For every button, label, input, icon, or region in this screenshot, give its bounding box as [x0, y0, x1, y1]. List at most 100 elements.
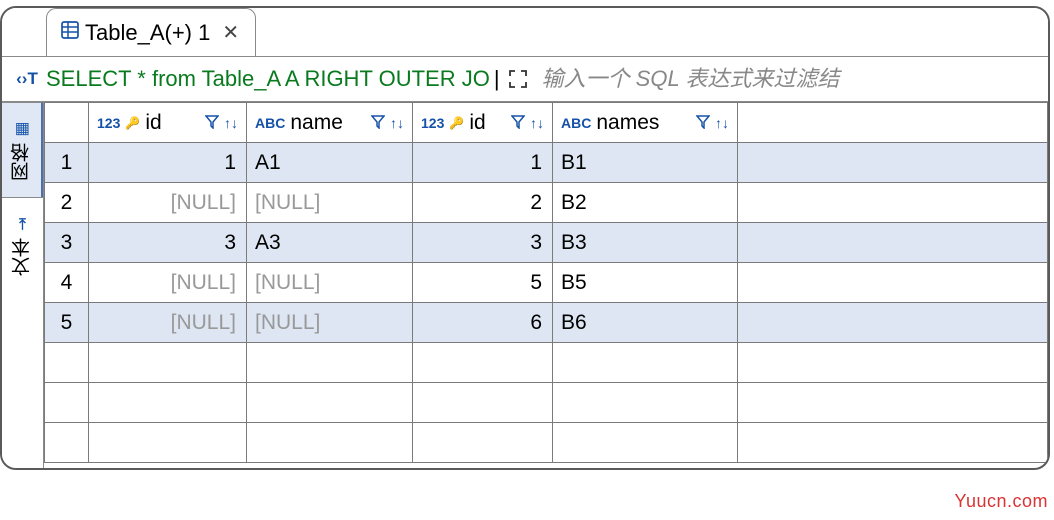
- cell-empty: [738, 143, 1048, 183]
- cell-empty: [247, 343, 413, 383]
- table-row[interactable]: 2[NULL][NULL]2B2: [45, 183, 1048, 223]
- sort-icon[interactable]: ↑↓: [715, 115, 729, 131]
- cell-empty: [738, 423, 1048, 463]
- tab-bar: Table_A(+) 1 ✕: [2, 8, 1048, 56]
- tab-label: Table_A(+) 1: [85, 20, 210, 46]
- expand-icon[interactable]: [504, 65, 532, 93]
- number-type-icon: 123: [421, 115, 444, 131]
- cell[interactable]: [NULL]: [247, 183, 413, 223]
- table-row-empty: [45, 423, 1048, 463]
- tab-table-a[interactable]: Table_A(+) 1 ✕: [46, 8, 256, 56]
- cell[interactable]: B6: [553, 303, 738, 343]
- cell[interactable]: [NULL]: [89, 303, 247, 343]
- cell[interactable]: 1: [89, 143, 247, 183]
- cell[interactable]: B2: [553, 183, 738, 223]
- cell[interactable]: [NULL]: [247, 263, 413, 303]
- table-row[interactable]: 5[NULL][NULL]6B6: [45, 303, 1048, 343]
- cell[interactable]: [NULL]: [89, 183, 247, 223]
- cell[interactable]: 6: [413, 303, 553, 343]
- cell[interactable]: [NULL]: [247, 303, 413, 343]
- cell-empty: [413, 423, 553, 463]
- text-type-icon: ABC: [255, 115, 285, 131]
- key-icon: 🔑: [125, 116, 140, 130]
- cell-empty: [45, 383, 89, 423]
- column-header-names[interactable]: ABC names ↑↓: [553, 103, 738, 143]
- cell[interactable]: A3: [247, 223, 413, 263]
- column-name: name: [290, 111, 366, 135]
- sort-icon[interactable]: ↑↓: [390, 115, 404, 131]
- sql-query-text[interactable]: SELECT * from Table_A A RIGHT OUTER JO: [46, 66, 490, 92]
- cell-empty: [89, 423, 247, 463]
- column-header-id-1[interactable]: 123 🔑 id ↑↓: [89, 103, 247, 143]
- column-name: id: [469, 111, 506, 135]
- side-tab-label: 文本: [9, 238, 36, 276]
- side-tab-label: 网格: [8, 143, 35, 181]
- cell-empty: [553, 383, 738, 423]
- cell[interactable]: 3: [413, 223, 553, 263]
- key-icon: 🔑: [449, 116, 464, 130]
- cell-empty: [413, 383, 553, 423]
- grid-icon: ▦: [12, 121, 32, 136]
- sort-icon[interactable]: ↑↓: [224, 115, 238, 131]
- table-row-empty: [45, 383, 1048, 423]
- table-row-empty: [45, 343, 1048, 383]
- row-number[interactable]: 1: [45, 143, 89, 183]
- cell[interactable]: [NULL]: [89, 263, 247, 303]
- grid-corner[interactable]: [45, 103, 89, 143]
- side-tab-text[interactable]: 文本 ⇥: [2, 197, 43, 292]
- cell[interactable]: A1: [247, 143, 413, 183]
- table-row[interactable]: 4[NULL][NULL]5B5: [45, 263, 1048, 303]
- close-icon[interactable]: ✕: [216, 20, 241, 45]
- column-header-id-2[interactable]: 123 🔑 id ↑↓: [413, 103, 553, 143]
- side-tab-grid[interactable]: 网格 ▦: [2, 102, 43, 197]
- column-header-empty: [738, 103, 1048, 143]
- text-type-icon: ABC: [561, 115, 591, 131]
- row-number[interactable]: 2: [45, 183, 89, 223]
- sql-filter-input[interactable]: [536, 66, 1044, 92]
- cell-empty: [45, 423, 89, 463]
- cell-empty: [89, 383, 247, 423]
- row-number[interactable]: 3: [45, 223, 89, 263]
- cell[interactable]: 3: [89, 223, 247, 263]
- sql-mode-icon[interactable]: ‹›T: [12, 69, 42, 89]
- cell-empty: [738, 223, 1048, 263]
- filter-icon[interactable]: [696, 111, 710, 135]
- table-row[interactable]: 11A11B1: [45, 143, 1048, 183]
- cell-empty: [738, 263, 1048, 303]
- filter-icon[interactable]: [511, 111, 525, 135]
- table-icon: [61, 21, 79, 45]
- column-header-name[interactable]: ABC name ↑↓: [247, 103, 413, 143]
- cell-empty: [553, 423, 738, 463]
- number-type-icon: 123: [97, 115, 120, 131]
- sql-bar: ‹›T SELECT * from Table_A A RIGHT OUTER …: [2, 56, 1048, 102]
- watermark: Yuucn.com: [954, 491, 1048, 512]
- sort-icon[interactable]: ↑↓: [530, 115, 544, 131]
- cell-empty: [738, 383, 1048, 423]
- text-icon: ⇥: [13, 217, 33, 230]
- cell-empty: [45, 343, 89, 383]
- cell-empty: [247, 423, 413, 463]
- cell[interactable]: B1: [553, 143, 738, 183]
- filter-icon[interactable]: [205, 111, 219, 135]
- cell-empty: [89, 343, 247, 383]
- cursor-icon: |: [494, 66, 500, 92]
- cell[interactable]: 5: [413, 263, 553, 303]
- table-row[interactable]: 33A33B3: [45, 223, 1048, 263]
- cell[interactable]: 2: [413, 183, 553, 223]
- cell[interactable]: B3: [553, 223, 738, 263]
- cell[interactable]: 1: [413, 143, 553, 183]
- data-grid[interactable]: 123 🔑 id ↑↓ ABC name: [44, 102, 1048, 468]
- cell-empty: [247, 383, 413, 423]
- column-name: id: [145, 111, 200, 135]
- cell-empty: [738, 183, 1048, 223]
- cell-empty: [738, 343, 1048, 383]
- row-number[interactable]: 4: [45, 263, 89, 303]
- side-tabs: 网格 ▦ 文本 ⇥: [2, 102, 44, 468]
- cell-empty: [553, 343, 738, 383]
- cell-empty: [413, 343, 553, 383]
- filter-icon[interactable]: [371, 111, 385, 135]
- cell-empty: [738, 303, 1048, 343]
- cell[interactable]: B5: [553, 263, 738, 303]
- row-number[interactable]: 5: [45, 303, 89, 343]
- column-name: names: [596, 111, 691, 135]
